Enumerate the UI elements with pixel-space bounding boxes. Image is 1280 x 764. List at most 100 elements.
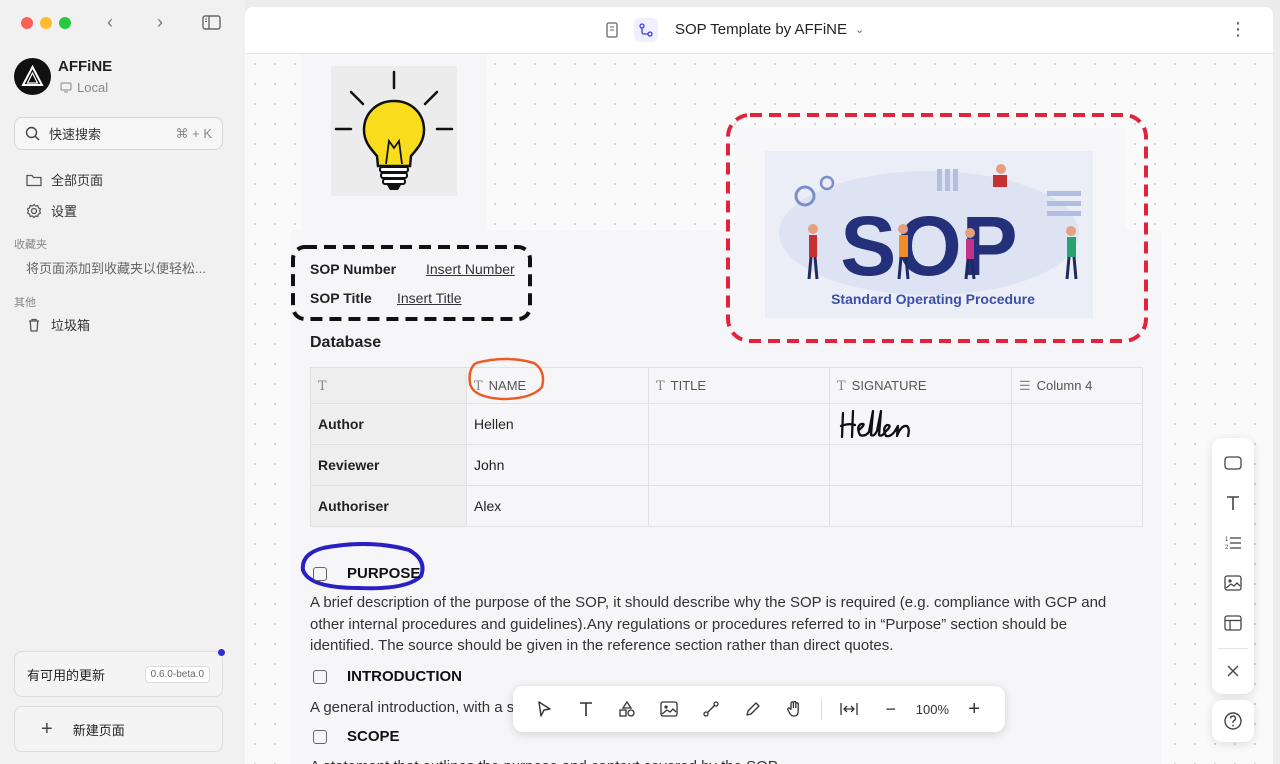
edgeless-canvas[interactable]: SOP Standard Operating Procedure SOP Num… — [245, 54, 1273, 764]
image-block-icon[interactable] — [1212, 568, 1254, 598]
sop-title-link[interactable]: Insert Title — [397, 290, 462, 306]
edgeless-mode-button[interactable] — [634, 18, 658, 42]
table-cell[interactable] — [829, 444, 1012, 486]
page-mode-button[interactable] — [600, 18, 624, 42]
local-storage-icon — [60, 82, 72, 93]
quick-search-button[interactable]: 快速搜索 ⌘ + K — [14, 117, 223, 150]
text-tool-icon[interactable] — [565, 691, 607, 727]
forward-arrow-icon[interactable]: › — [150, 12, 170, 33]
sop-number-link[interactable]: Insert Number — [426, 261, 515, 277]
table-cell[interactable] — [648, 444, 830, 486]
trash-icon — [29, 318, 39, 332]
table-column-header[interactable]: T SIGNATURE — [829, 367, 1012, 404]
database-block-icon[interactable] — [1212, 608, 1254, 638]
black-dashed-frame[interactable] — [290, 244, 533, 322]
introduction-checkbox[interactable] — [313, 669, 327, 684]
close-window-button[interactable] — [21, 17, 33, 29]
more-options-icon[interactable]: ⋮ — [1229, 19, 1247, 40]
new-page-label: 新建页面 — [72, 722, 125, 738]
table-column-header[interactable]: ☰ Column 4 — [1011, 367, 1143, 404]
zoom-in-icon[interactable]: + — [953, 691, 995, 727]
table-row[interactable]: Author Hellen — [310, 403, 1143, 445]
favorites-section-label: 收藏夹 — [14, 239, 47, 251]
purpose-checkbox[interactable] — [313, 566, 327, 581]
sidebar-toggle-icon[interactable] — [202, 15, 221, 35]
zoom-window-button[interactable] — [59, 17, 71, 29]
sop-title-label: SOP Title — [310, 290, 372, 306]
table-cell[interactable] — [648, 485, 830, 527]
gear-icon — [26, 203, 42, 218]
header: SOP Template by AFFiNE ⌄ ⋮ — [245, 7, 1273, 54]
orange-circle-annotation[interactable] — [466, 357, 548, 403]
fit-to-screen-icon[interactable] — [828, 691, 870, 727]
sidebar-item-label: 全部页面 — [51, 173, 104, 188]
table-cell[interactable] — [648, 403, 830, 445]
workspace-avatar[interactable] — [14, 58, 51, 95]
table-column-header[interactable]: T — [310, 367, 467, 404]
hand-tool-icon[interactable] — [773, 691, 815, 727]
table-cell[interactable] — [1011, 485, 1143, 527]
workspace-type-label: Local — [77, 80, 109, 95]
database-title[interactable]: Database — [310, 334, 381, 352]
note-block-icon[interactable] — [1212, 448, 1254, 478]
select-tool-icon[interactable] — [523, 691, 565, 727]
svg-text:1: 1 — [1225, 537, 1229, 543]
table-cell[interactable]: Author — [310, 403, 467, 445]
table-row[interactable]: Reviewer John — [310, 444, 1143, 486]
minimize-window-button[interactable] — [40, 17, 52, 29]
shape-tool-icon[interactable] — [606, 691, 648, 727]
table-cell[interactable]: Reviewer — [310, 444, 467, 486]
text-block-icon[interactable] — [1212, 488, 1254, 518]
sidebar-item-settings[interactable]: 设置 — [26, 201, 77, 220]
others-section-label: 其他 — [14, 297, 36, 309]
table-cell[interactable]: John — [466, 444, 649, 486]
zoom-out-icon[interactable]: − — [870, 691, 912, 727]
sop-image[interactable]: SOP Standard Operating Procedure — [765, 151, 1093, 318]
sidebar-item-label: 垃圾箱 — [51, 318, 91, 333]
text-type-icon: T — [318, 378, 327, 394]
scope-heading-text: SCOPE — [347, 728, 400, 745]
scope-heading: SCOPE — [313, 728, 400, 745]
help-icon — [1224, 712, 1242, 730]
zoom-level[interactable]: 100% — [912, 702, 954, 717]
purpose-paragraph[interactable]: A brief description of the purpose of th… — [310, 592, 1120, 657]
table-cell[interactable]: Alex — [466, 485, 649, 527]
help-button[interactable] — [1212, 700, 1254, 742]
connector-tool-icon[interactable] — [690, 691, 732, 727]
image-tool-icon[interactable] — [648, 691, 690, 727]
scope-paragraph[interactable]: A statement that outlines the purpose an… — [310, 756, 778, 764]
introduction-paragraph[interactable]: A general introduction, with a s — [310, 697, 514, 719]
table-cell[interactable]: Hellen — [466, 403, 649, 445]
scope-checkbox[interactable] — [313, 729, 327, 744]
table-cell[interactable] — [829, 485, 1012, 527]
database-table[interactable]: T T NAME T TITLE T SIGNATURE ☰ Column 4 Auth… — [310, 367, 1143, 527]
text-type-icon: T — [656, 378, 665, 394]
workspace-name[interactable]: AFFiNE — [58, 58, 112, 75]
quick-search-shortcut: ⌘ + K — [175, 125, 213, 141]
lightbulb-icon — [334, 70, 454, 190]
favorites-hint: 将页面添加到收藏夹以便轻松... — [26, 261, 206, 276]
close-icon[interactable] — [1212, 656, 1254, 686]
back-arrow-icon[interactable]: ‹ — [100, 12, 120, 33]
new-page-button[interactable]: + 新建页面 — [14, 706, 223, 752]
pen-tool-icon[interactable] — [732, 691, 774, 727]
update-available-button[interactable]: 有可用的更新 0.6.0-beta.0 — [14, 649, 225, 697]
numbered-list-icon[interactable]: 12 — [1212, 528, 1254, 558]
folder-icon — [26, 174, 42, 186]
column-label: SIGNATURE — [851, 377, 927, 393]
table-row[interactable]: Authoriser Alex — [310, 485, 1143, 527]
sidebar-item-trash[interactable]: 垃圾箱 — [26, 315, 90, 334]
sop-logo-text: SOP — [840, 199, 1017, 293]
lightbulb-image[interactable] — [331, 66, 457, 196]
list-type-icon: ☰ — [1019, 378, 1031, 394]
sidebar-item-all-pages[interactable]: 全部页面 — [26, 170, 103, 189]
document-title[interactable]: SOP Template by AFFiNE ⌄ — [675, 21, 864, 38]
table-column-header[interactable]: T TITLE — [648, 367, 830, 404]
panel-divider — [1218, 648, 1248, 649]
table-cell[interactable] — [1011, 444, 1143, 486]
edgeless-toolbar: − 100% + — [513, 686, 1005, 732]
signature-cell[interactable] — [829, 403, 1012, 445]
update-label: 有可用的更新 — [27, 667, 106, 683]
table-cell[interactable] — [1011, 403, 1143, 445]
table-cell[interactable]: Authoriser — [310, 485, 467, 527]
